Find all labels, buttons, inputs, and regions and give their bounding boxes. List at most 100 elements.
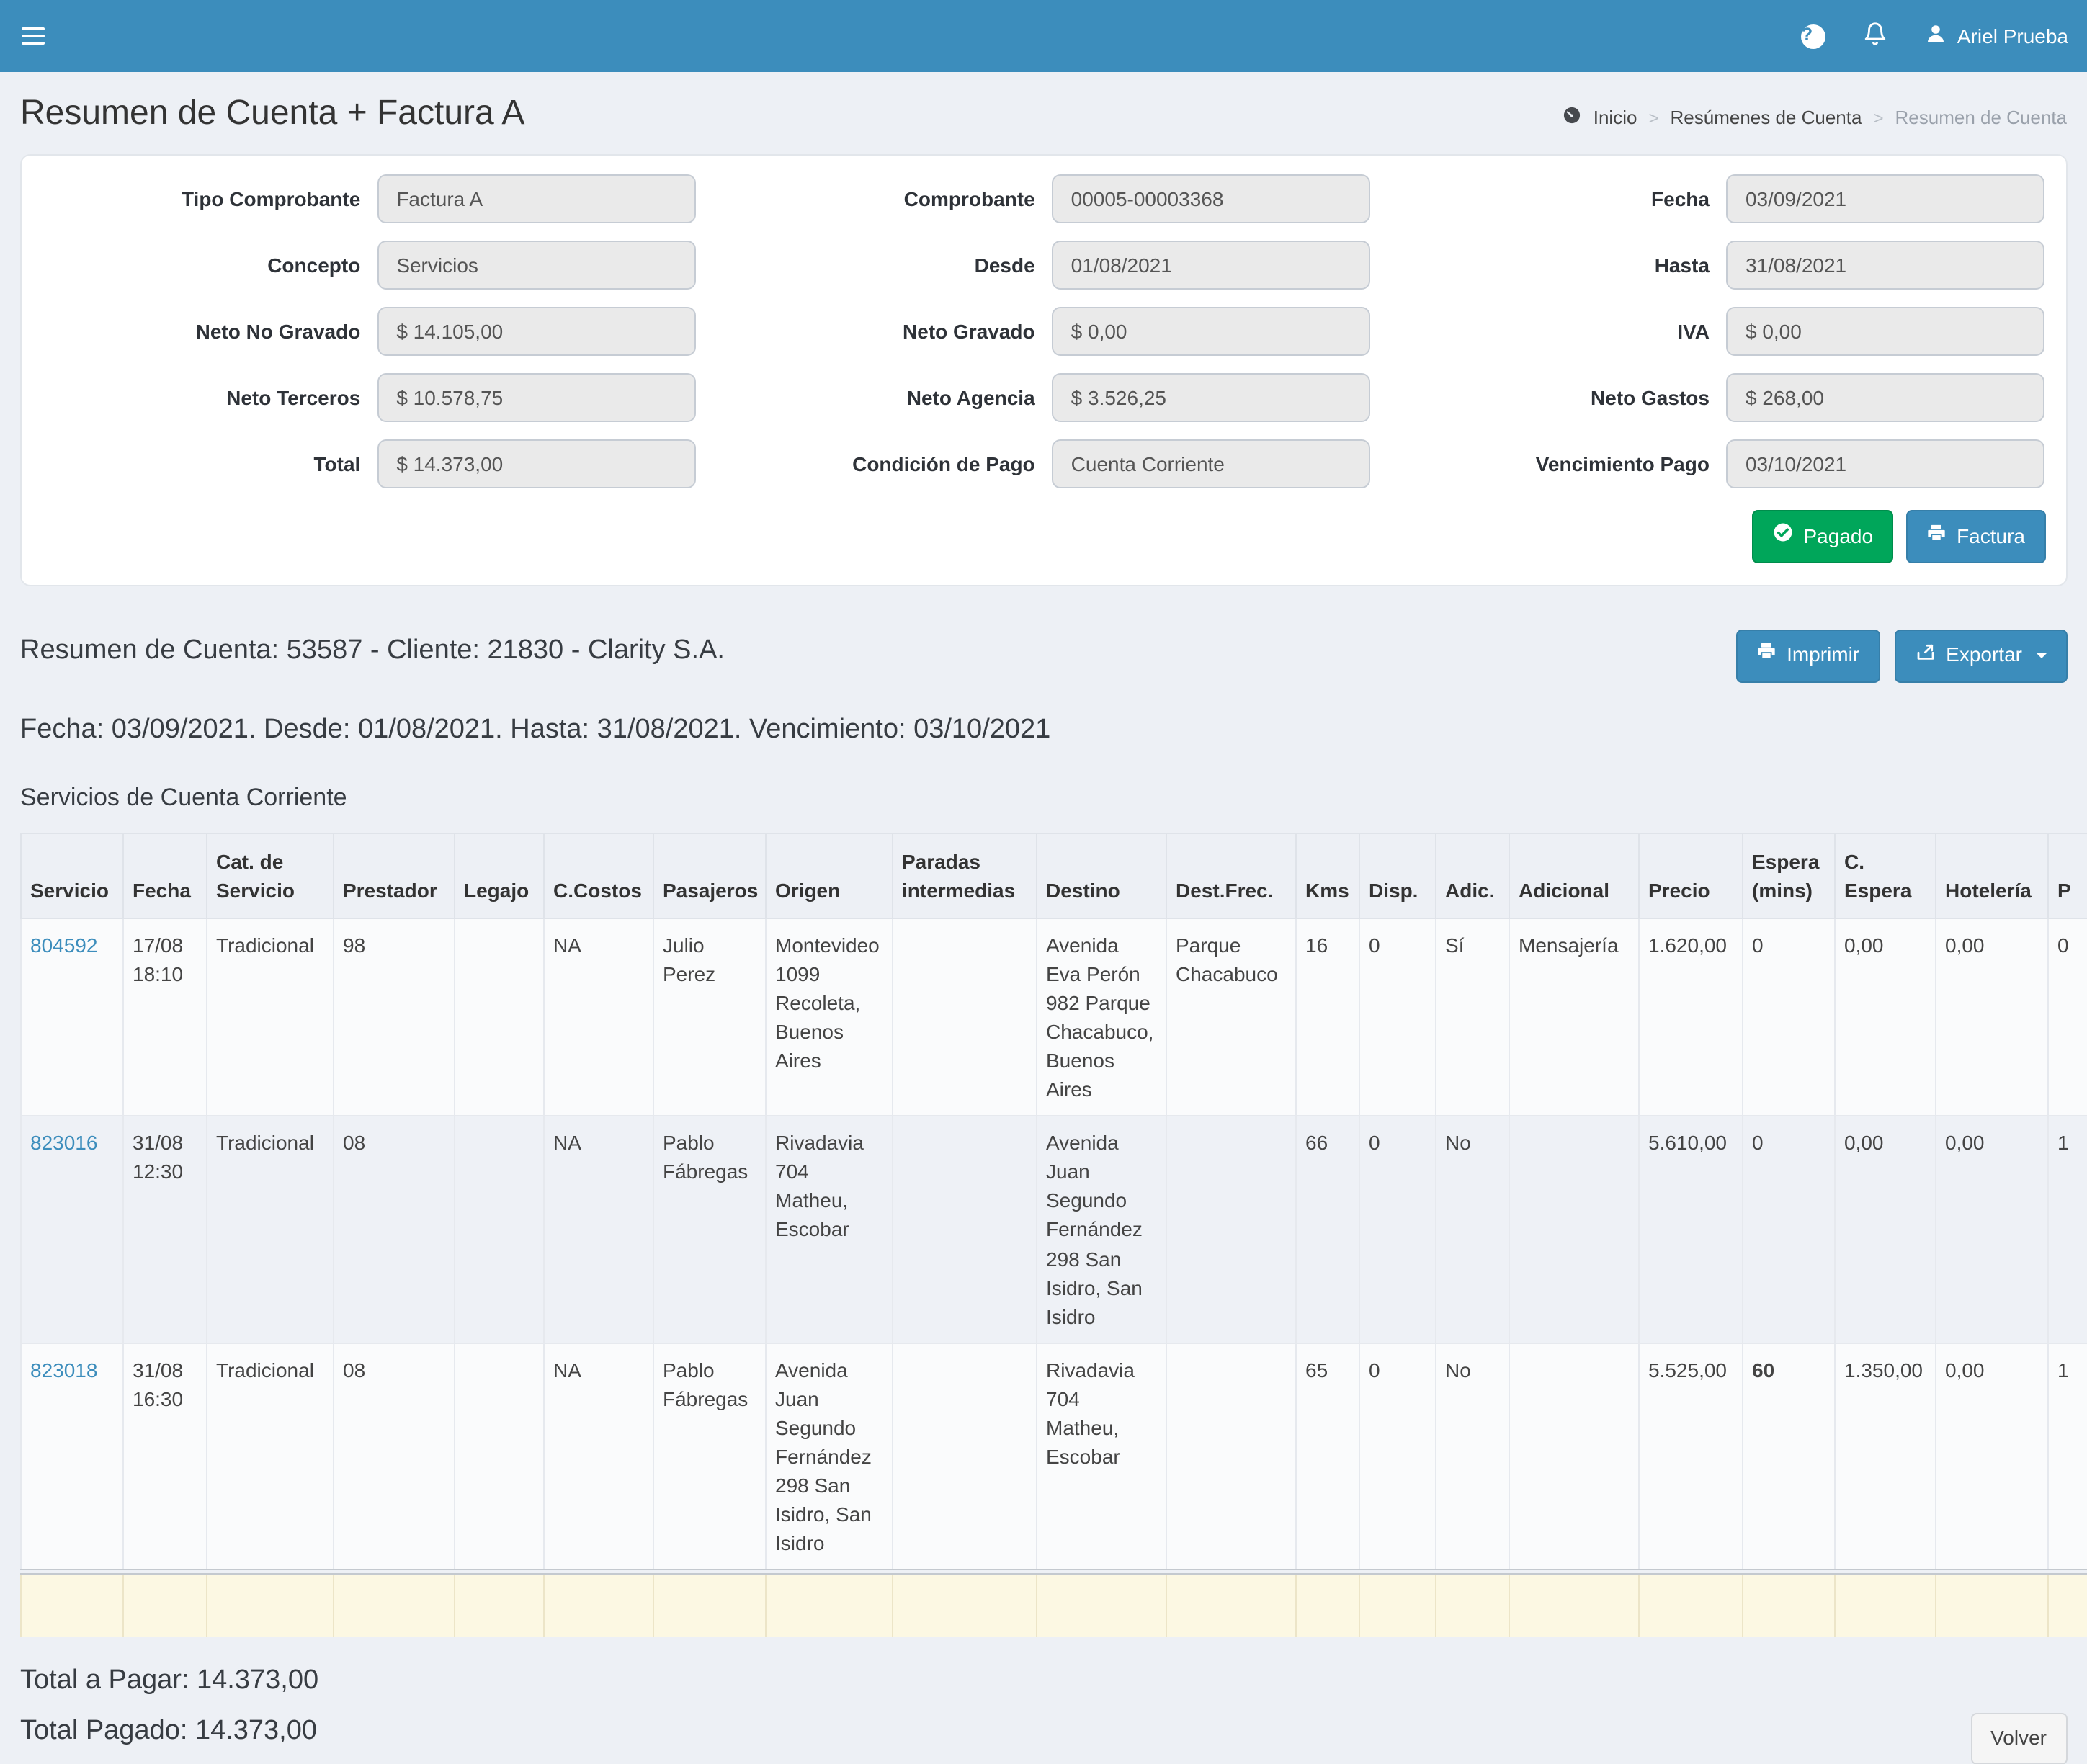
volver-button[interactable]: Volver xyxy=(1970,1713,2067,1764)
cell-destino: Avenida Eva Perón 982 Parque Chacabuco, … xyxy=(1037,919,1166,1116)
cell-fecha: 17/08 18:10 xyxy=(123,919,207,1116)
field-comprobante: Comprobante xyxy=(716,174,1370,223)
cell-p: 0 xyxy=(2048,919,2087,1116)
field-input-neto-gravado[interactable] xyxy=(1053,307,1371,356)
column-header-adicional: Adicional xyxy=(1509,833,1639,919)
cell-disp: 0 xyxy=(1359,1343,1436,1571)
field-neto-gravado: Neto Gravado xyxy=(716,307,1370,356)
dashboard-icon xyxy=(1562,105,1582,130)
footer-cell xyxy=(893,1571,1037,1636)
footer-cell xyxy=(455,1571,544,1636)
total-a-pagar: Total a Pagar: 14.373,00 xyxy=(20,1665,318,1696)
field-neto-agencia: Neto Agencia xyxy=(716,373,1370,422)
footer-cell xyxy=(766,1571,893,1636)
invoice-fields-grid: Tipo ComprobanteComprobanteFechaConcepto… xyxy=(42,174,2045,506)
field-input-concepto[interactable] xyxy=(377,241,696,290)
column-header-servicio: Servicio xyxy=(21,833,123,919)
footer-cell xyxy=(2048,1571,2087,1636)
cell-adicional xyxy=(1509,1116,1639,1343)
cell-hoteleria: 0,00 xyxy=(1936,1116,2048,1343)
cell-paradas-intermedias xyxy=(893,1116,1037,1343)
factura-button[interactable]: Factura xyxy=(1906,510,2045,563)
field-input-comprobante[interactable] xyxy=(1053,174,1371,223)
field-input-neto-no-gravado[interactable] xyxy=(377,307,696,356)
field-input-neto-terceros[interactable] xyxy=(377,373,696,422)
column-header-adic: Adic. xyxy=(1436,833,1509,919)
cell-c-costos: NA xyxy=(544,919,653,1116)
footer-cell xyxy=(1743,1571,1835,1636)
breadcrumb-inicio[interactable]: Inicio xyxy=(1594,107,1637,128)
cell-c-espera: 0,00 xyxy=(1835,1116,1936,1343)
field-input-iva[interactable] xyxy=(1727,307,2045,356)
column-header-c-costos: C.Costos xyxy=(544,833,653,919)
user-menu[interactable]: Ariel Prueba xyxy=(1907,0,2087,72)
services-table: ServicioFechaCat. de ServicioPrestadorLe… xyxy=(20,833,2087,1637)
field-input-condicion-de-pago[interactable] xyxy=(1053,439,1371,488)
field-input-total[interactable] xyxy=(377,439,696,488)
footer-cell xyxy=(1037,1571,1166,1636)
column-header-c-espera: C. Espera xyxy=(1835,833,1936,919)
cell-kms: 16 xyxy=(1296,919,1359,1116)
invoice-card-actions: Pagado Factura xyxy=(42,510,2045,563)
cell-c-costos: NA xyxy=(544,1116,653,1343)
exportar-button[interactable]: Exportar xyxy=(1894,630,2067,683)
footer-cell xyxy=(1509,1571,1639,1636)
cell-paradas-intermedias xyxy=(893,1343,1037,1571)
field-condicion-de-pago: Condición de Pago xyxy=(716,439,1370,488)
field-label-iva: IVA xyxy=(1391,320,1710,343)
help-icon: ? xyxy=(1802,24,1826,48)
cell-prestador: 98 xyxy=(334,919,455,1116)
table-footer-row xyxy=(21,1571,2087,1636)
field-input-neto-gastos[interactable] xyxy=(1727,373,2045,422)
cell-cat-de-servicio: Tradicional xyxy=(207,919,334,1116)
breadcrumb-resumenes[interactable]: Resúmenes de Cuenta xyxy=(1671,107,1862,128)
cell-c-costos: NA xyxy=(544,1343,653,1571)
service-link[interactable]: 804592 xyxy=(30,934,97,957)
footer-cell xyxy=(123,1571,207,1636)
sidebar-toggle-button[interactable] xyxy=(0,0,66,72)
field-input-vencimiento-pago[interactable] xyxy=(1727,439,2045,488)
field-input-hasta[interactable] xyxy=(1727,241,2045,290)
column-header-pasajeros: Pasajeros xyxy=(653,833,766,919)
field-desde: Desde xyxy=(716,241,1370,290)
field-concepto: Concepto xyxy=(42,241,696,290)
help-button[interactable]: ? xyxy=(1783,0,1845,72)
cell-espera-mins: 0 xyxy=(1743,1116,1835,1343)
field-input-desde[interactable] xyxy=(1053,241,1371,290)
cell-cat-de-servicio: Tradicional xyxy=(207,1116,334,1343)
pagado-button[interactable]: Pagado xyxy=(1752,510,1894,563)
field-input-fecha[interactable] xyxy=(1727,174,2045,223)
footer-cell xyxy=(1936,1571,2048,1636)
navbar-right: ? Ariel Prueba xyxy=(1783,0,2087,72)
cell-servicio: 823016 xyxy=(21,1116,123,1343)
table-row: 82301631/08 12:30Tradicional08NAPablo Fá… xyxy=(21,1116,2087,1343)
imprimir-button[interactable]: Imprimir xyxy=(1736,630,1880,683)
cell-legajo xyxy=(455,1343,544,1571)
cell-p: 1 xyxy=(2048,1343,2087,1571)
footer-cell xyxy=(1436,1571,1509,1636)
service-link[interactable]: 823016 xyxy=(30,1132,97,1155)
summary-title: Resumen de Cuenta: 53587 - Cliente: 2183… xyxy=(20,630,725,667)
field-input-tipo-comprobante[interactable] xyxy=(377,174,696,223)
summary-actions: Imprimir Exportar xyxy=(1736,630,2067,683)
notifications-button[interactable] xyxy=(1845,0,1907,72)
caret-down-icon xyxy=(2035,653,2047,659)
column-header-legajo: Legajo xyxy=(455,833,544,919)
field-input-neto-agencia[interactable] xyxy=(1053,373,1371,422)
breadcrumb-current: Resumen de Cuenta xyxy=(1895,107,2068,128)
service-link[interactable]: 823018 xyxy=(30,1358,97,1381)
footer-cell xyxy=(1639,1571,1743,1636)
cell-servicio: 823018 xyxy=(21,1343,123,1571)
cell-cat-de-servicio: Tradicional xyxy=(207,1343,334,1571)
invoice-card: Tipo ComprobanteComprobanteFechaConcepto… xyxy=(20,154,2067,586)
cell-adicional xyxy=(1509,1343,1639,1571)
cell-paradas-intermedias xyxy=(893,919,1037,1116)
column-header-espera-mins: Espera (mins) xyxy=(1743,833,1835,919)
field-vencimiento-pago: Vencimiento Pago xyxy=(1391,439,2045,488)
cell-hoteleria: 0,00 xyxy=(1936,1343,2048,1571)
column-header-paradas-intermedias: Paradas intermedias xyxy=(893,833,1037,919)
footer-cell xyxy=(1835,1571,1936,1636)
totals-block: Total a Pagar: 14.373,00 Total Pagado: 1… xyxy=(20,1665,318,1747)
field-total: Total xyxy=(42,439,696,488)
footer-cell xyxy=(1296,1571,1359,1636)
